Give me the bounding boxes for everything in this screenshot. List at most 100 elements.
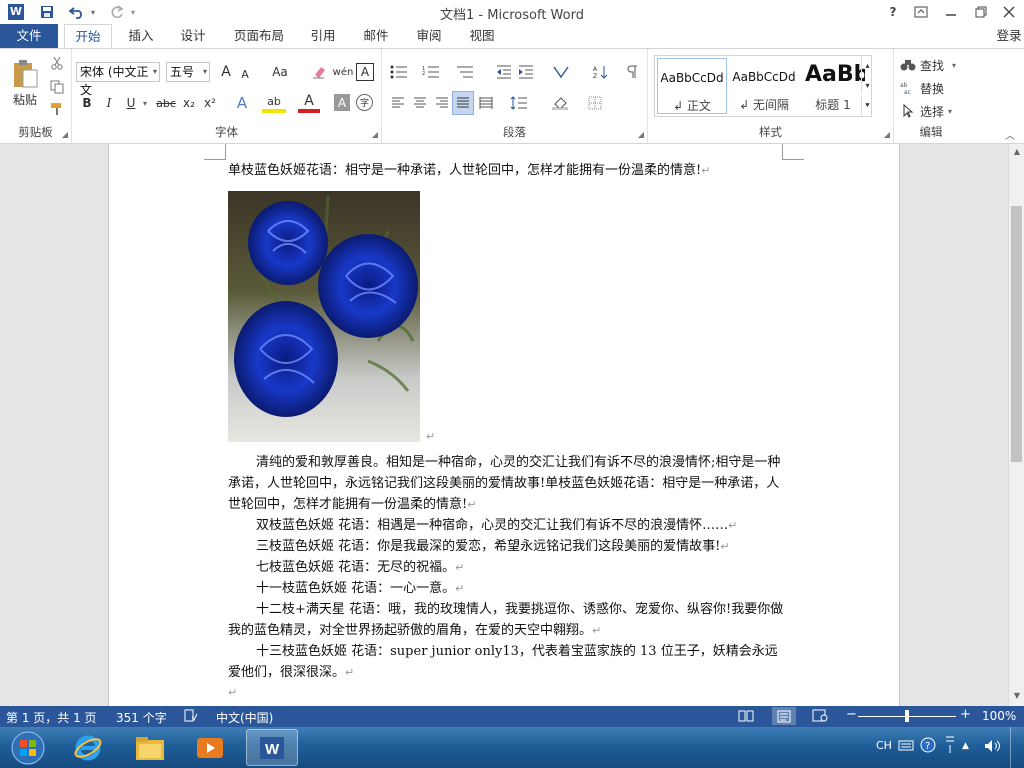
enclose-characters-button[interactable]: 字 (356, 94, 373, 111)
align-center-icon[interactable] (410, 93, 430, 113)
tab-references[interactable]: 引用 (302, 24, 344, 48)
paste-button[interactable]: 粘贴 (6, 55, 44, 111)
underline-dropdown-icon[interactable]: ▾ (140, 93, 150, 113)
find-button[interactable]: 查找 ▾ (900, 55, 964, 75)
font-color-button[interactable]: A (298, 93, 320, 113)
zoom-out-button[interactable]: − (846, 707, 857, 722)
show-formatting-marks-icon[interactable] (622, 62, 642, 82)
format-painter-icon[interactable] (46, 99, 68, 119)
document-paragraph[interactable]: 清纯的爱和敦厚善良。相知是一种宿命，心灵的交汇让我们有诉不尽的浪漫情怀;相守是一… (228, 452, 784, 515)
document-paragraph[interactable]: 七枝蓝色妖姬 花语：无尽的祝福。↵ (228, 557, 784, 578)
font-size-combo[interactable]: 五号 ▾ (166, 62, 210, 82)
style-heading-1[interactable]: AaBb 标题 1 (801, 58, 865, 114)
font-name-combo[interactable]: 宋体 (中文正文 ▾ (76, 62, 160, 97)
zoom-level[interactable]: 100% (982, 709, 1016, 723)
start-button[interactable] (2, 729, 54, 766)
language-indicator[interactable]: 中文(中国) (216, 709, 273, 726)
align-left-icon[interactable] (388, 93, 408, 113)
tab-page-layout[interactable]: 页面布局 (226, 24, 292, 48)
tab-insert[interactable]: 插入 (120, 24, 162, 48)
help-icon[interactable]: ? (920, 737, 936, 756)
styles-more-icon[interactable]: ⯆ (861, 96, 873, 116)
bold-button[interactable]: B (78, 93, 96, 113)
help-button[interactable]: ? (882, 2, 904, 22)
blue-roses-picture[interactable] (228, 191, 420, 442)
minimize-button[interactable] (940, 2, 962, 22)
document-page[interactable]: 单枝蓝色妖姬花语：相守是一种承诺，人世轮回中，怎样才能拥有一份温柔的情意!↵ ↵… (108, 144, 900, 706)
volume-icon[interactable] (984, 739, 1002, 756)
word-count[interactable]: 351 个字 (116, 709, 167, 726)
restore-button[interactable] (970, 2, 992, 22)
document-paragraph[interactable]: 双枝蓝色妖姬 花语：相遇是一种宿命，心灵的交汇让我们有诉不尽的浪漫情怀……↵ (228, 515, 784, 536)
superscript-button[interactable]: x² (201, 93, 219, 113)
show-desktop-button[interactable] (1010, 727, 1024, 768)
shading-icon[interactable] (548, 93, 574, 113)
document-paragraph[interactable]: 单枝蓝色妖姬花语：相守是一种承诺，人世轮回中，怎样才能拥有一份温柔的情意!↵ (228, 160, 784, 181)
change-case-button[interactable]: Aa (268, 62, 292, 82)
zoom-in-button[interactable]: + (960, 707, 971, 722)
web-layout-icon[interactable] (812, 709, 828, 725)
justify-icon[interactable] (452, 91, 474, 115)
increase-indent-icon[interactable] (516, 62, 536, 82)
style-normal[interactable]: AaBbCcDd ↲ 正文 (657, 58, 727, 114)
tab-design[interactable]: 设计 (172, 24, 214, 48)
cut-icon[interactable] (46, 53, 68, 73)
styles-scroll-up-icon[interactable]: ▴ (861, 56, 873, 74)
decrease-indent-icon[interactable] (494, 62, 514, 82)
styles-launcher-icon[interactable]: ◢ (884, 130, 890, 139)
font-launcher-icon[interactable]: ◢ (372, 130, 378, 139)
taskbar-internet-explorer[interactable] (62, 729, 114, 766)
select-button[interactable]: 选择 ▾ (900, 101, 964, 121)
borders-icon[interactable] (582, 93, 608, 113)
scroll-up-icon[interactable]: ▲ (1011, 146, 1023, 158)
grow-font-button[interactable]: A (218, 62, 234, 82)
bullets-icon[interactable] (386, 62, 412, 82)
keyboard-icon[interactable] (898, 739, 914, 754)
collapse-ribbon-icon[interactable]: ︿ (1000, 127, 1020, 142)
input-language[interactable]: CH (876, 739, 892, 752)
text-effects-button[interactable]: A (230, 93, 254, 113)
close-button[interactable] (998, 2, 1020, 22)
tab-view[interactable]: 视图 (461, 24, 503, 48)
tab-mailings[interactable]: 邮件 (355, 24, 397, 48)
document-paragraph[interactable]: ↵ (228, 682, 784, 703)
zoom-slider-thumb[interactable] (905, 710, 909, 722)
document-paragraph[interactable]: 十三枝蓝色妖姬 花语：super junior only13，代表着宝蓝家族的 … (228, 641, 784, 683)
numbering-icon[interactable]: 12 (418, 62, 444, 82)
taskbar-word[interactable]: W (246, 729, 298, 766)
document-paragraph[interactable]: 十二枝+满天星 花语：哦，我的玫瑰情人，我要挑逗你、诱惑你、宠爱你、纵容你!我要… (228, 599, 784, 641)
style-no-spacing[interactable]: AaBbCcDd ↲ 无间隔 (729, 58, 799, 114)
read-mode-icon[interactable] (738, 709, 754, 725)
document-paragraph[interactable]: 三枝蓝色妖姬 花语：你是我最深的爱恋，希望永远铭记我们这段美丽的爱情故事!↵ (228, 536, 784, 557)
character-border-button[interactable]: A (356, 63, 374, 81)
distributed-icon[interactable] (476, 93, 496, 113)
styles-scroll-down-icon[interactable]: ▾ (861, 76, 873, 94)
multilevel-list-icon[interactable] (452, 62, 478, 82)
scrollbar-thumb[interactable] (1011, 206, 1022, 462)
tab-file[interactable]: 文件 (0, 24, 58, 48)
replace-button[interactable]: ab ac 替换 (900, 78, 964, 98)
taskbar-media-player[interactable] (184, 729, 236, 766)
taskbar-file-explorer[interactable] (124, 729, 176, 766)
text-highlight-button[interactable]: ab (262, 93, 286, 113)
phonetic-guide-button[interactable]: wén (332, 62, 354, 82)
vertical-scrollbar[interactable]: ▲ ▼ (1008, 144, 1024, 706)
subscript-button[interactable]: x₂ (180, 93, 198, 113)
proofing-icon[interactable] (184, 709, 198, 725)
underline-button[interactable]: U (122, 93, 140, 113)
scroll-down-icon[interactable]: ▼ (1011, 690, 1023, 702)
sort-icon[interactable]: AZ (590, 62, 612, 82)
show-hidden-icons-icon[interactable]: ▲ (962, 741, 969, 751)
tab-home[interactable]: 开始 (64, 24, 112, 48)
align-right-icon[interactable] (432, 93, 452, 113)
ime-icon[interactable] (944, 735, 956, 758)
shrink-font-button[interactable]: A (238, 64, 252, 84)
tab-review[interactable]: 审阅 (408, 24, 450, 48)
copy-icon[interactable] (46, 77, 68, 97)
print-layout-icon[interactable] (772, 707, 796, 725)
login-link[interactable]: 登录 (994, 24, 1024, 48)
paragraph-launcher-icon[interactable]: ◢ (638, 130, 644, 139)
clear-formatting-icon[interactable] (310, 62, 330, 82)
ribbon-display-options-icon[interactable] (910, 2, 932, 22)
document-paragraph[interactable]: 十一枝蓝色妖姬 花语：一心一意。↵ (228, 578, 784, 599)
